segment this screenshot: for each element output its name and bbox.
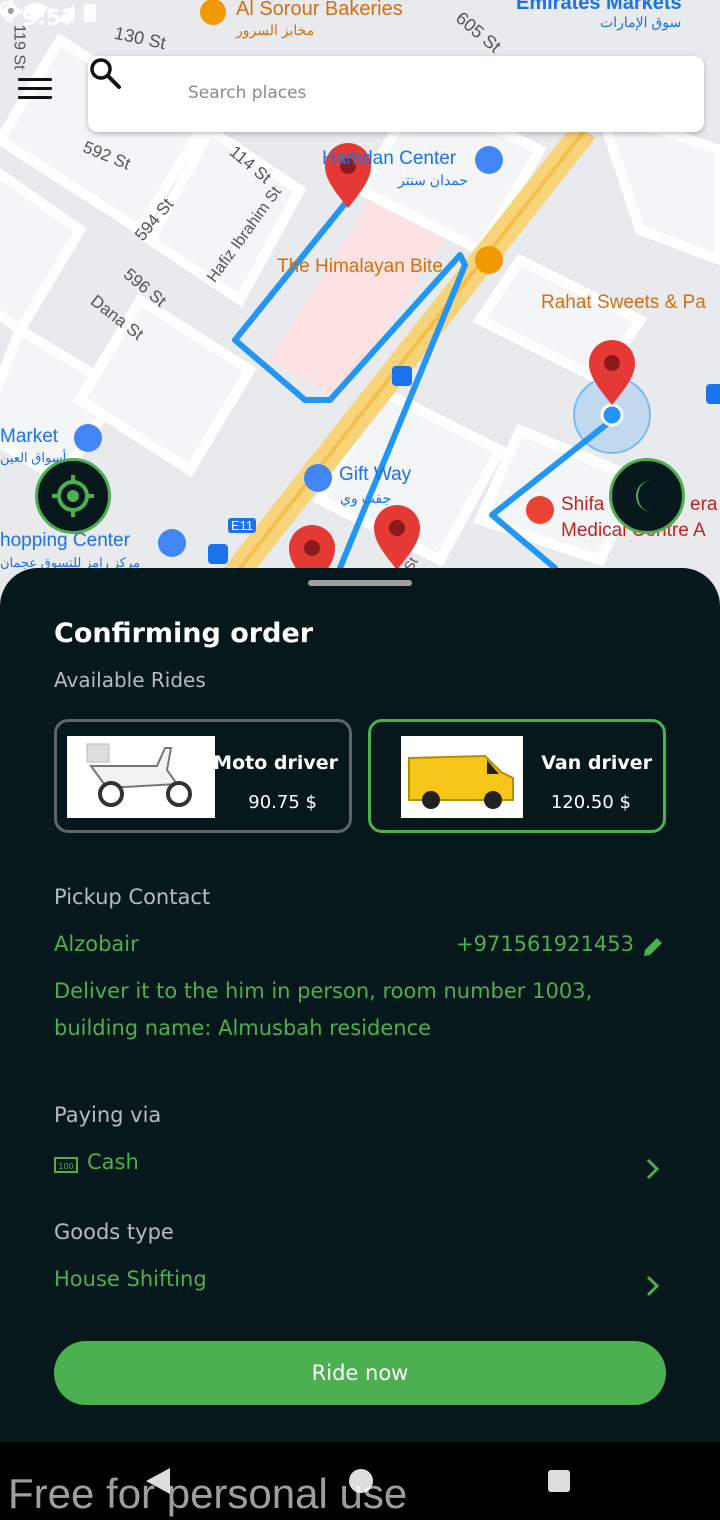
contact-name: Alzobair [54, 932, 139, 956]
goods-type-value: House Shifting [54, 1267, 207, 1291]
paying-via-label: Paying via [54, 1103, 162, 1127]
van-image [401, 736, 523, 818]
ride-now-button[interactable]: Ride now [54, 1341, 666, 1405]
recents-square-icon[interactable] [546, 1468, 572, 1494]
map-label-market-left[interactable]: Market [0, 426, 58, 448]
order-bottom-sheet: Confirming order Available Rides Moto dr… [0, 568, 720, 1442]
search-icon [90, 58, 121, 89]
drag-handle[interactable] [308, 580, 412, 586]
goods-type-row[interactable]: House Shifting [54, 1261, 666, 1301]
status-icons [0, 0, 96, 23]
moon-icon [636, 480, 652, 512]
map-label-himalayan[interactable]: The Himalayan Bite [277, 256, 443, 278]
sheet-title: Confirming order [54, 618, 314, 649]
map-label-rahat[interactable]: Rahat Sweets & Pa [541, 292, 706, 314]
ride-option-van[interactable]: Van driver 120.50 $ [368, 719, 666, 833]
menu-icon[interactable] [18, 78, 52, 108]
map-label-road: E11 [228, 518, 257, 533]
map-label-hamdan[interactable]: Hamdan Center [322, 148, 456, 170]
edit-pencil-icon[interactable] [642, 936, 664, 958]
map-label-shifa[interactable]: Shifa [561, 494, 604, 516]
location-icon [0, 0, 17, 23]
available-rides-label: Available Rides [54, 668, 206, 692]
ride-option-moto[interactable]: Moto driver 90.75 $ [54, 719, 352, 833]
pickup-contact-label: Pickup Contact [54, 885, 211, 909]
watermark-text: Free for personal use [8, 1470, 408, 1517]
wifi-icon [24, 3, 48, 22]
payment-method-value: Cash [87, 1150, 139, 1174]
delivery-note-line-2: building name: Almusbah residence [54, 1016, 432, 1040]
payment-method-row[interactable]: 100 Cash [54, 1144, 666, 1184]
chevron-right-icon [646, 1275, 660, 1297]
moto-scooter-image [67, 736, 215, 818]
contact-phone: +971561921453 [456, 932, 634, 956]
dark-mode-toggle[interactable] [609, 458, 685, 534]
ride-price: 90.75 $ [248, 792, 317, 813]
chevron-right-icon [646, 1158, 660, 1180]
signal-icon [56, 4, 74, 22]
search-input[interactable]: Search places [188, 83, 306, 103]
ride-price: 120.50 $ [550, 792, 631, 813]
search-bar[interactable]: Search places [88, 56, 704, 132]
map-label-shifa-2: era [690, 494, 718, 515]
map-view[interactable]: Al Sorour Bakeries مخابز السرور Emirates… [0, 0, 720, 600]
svg-text:100: 100 [58, 1162, 73, 1171]
ride-name: Van driver [541, 752, 652, 774]
ride-name: Moto driver [213, 752, 338, 774]
cash-icon: 100 [54, 1157, 78, 1173]
gps-target-icon [52, 475, 94, 517]
my-location-button[interactable] [35, 458, 111, 534]
map-label-gift-ar: جفت وي [340, 490, 392, 506]
goods-type-label: Goods type [54, 1220, 174, 1244]
map-label-hamdan-ar: حمدان سنتر [398, 172, 469, 188]
battery-icon [84, 4, 96, 22]
status-bar: 9:57 [0, 0, 720, 40]
map-label-gift[interactable]: Gift Way [339, 464, 411, 486]
delivery-note-line-1: Deliver it to the him in person, room nu… [54, 979, 593, 1003]
